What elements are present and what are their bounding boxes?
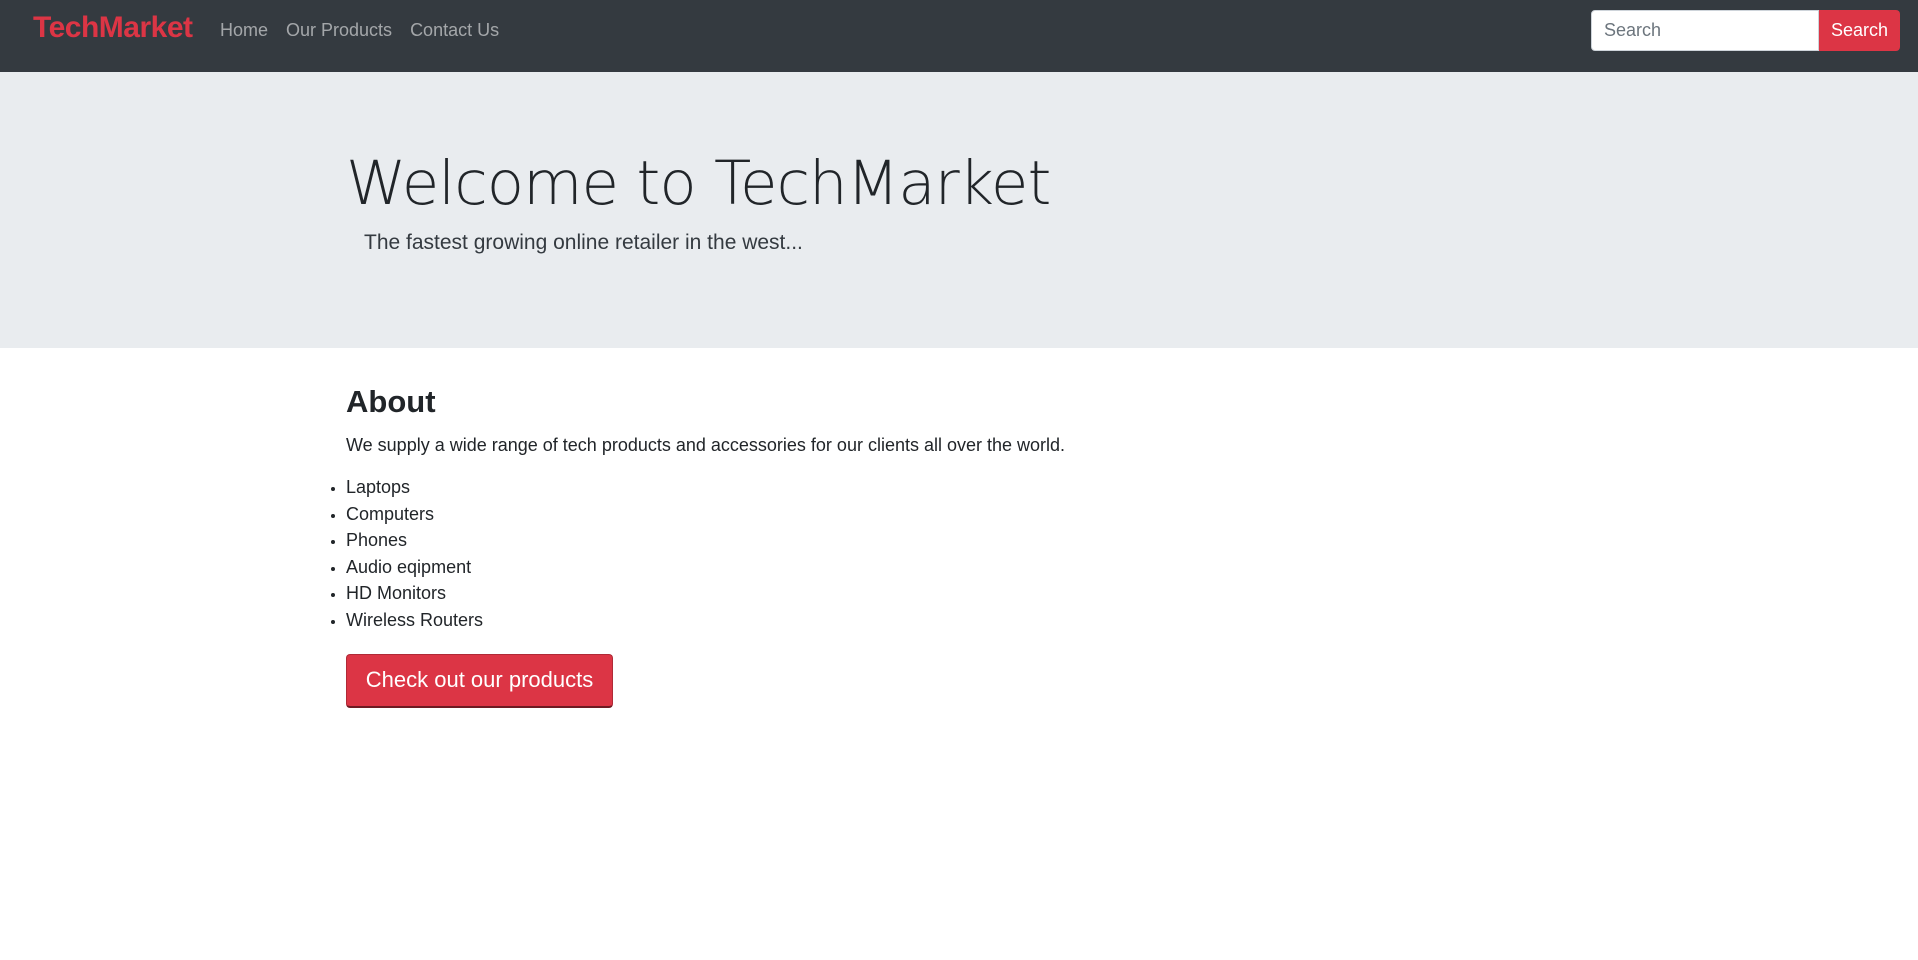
list-item: Wireless Routers	[346, 607, 1546, 634]
search-form: Search	[1591, 10, 1900, 51]
list-item: HD Monitors	[346, 580, 1546, 607]
product-list: Laptops Computers Phones Audio eqipment …	[346, 474, 1546, 634]
nav-link-contact-us[interactable]: Contact Us	[410, 20, 499, 41]
search-input[interactable]	[1591, 10, 1819, 51]
nav-link-our-products[interactable]: Our Products	[286, 20, 392, 41]
brand-logo[interactable]: TechMarket	[33, 9, 193, 47]
list-item: Computers	[346, 501, 1546, 528]
list-item: Phones	[346, 527, 1546, 554]
about-section: About We supply a wide range of tech pro…	[346, 382, 1546, 708]
hero-jumbotron: Welcome to TechMarket The fastest growin…	[0, 72, 1918, 348]
check-out-products-button[interactable]: Check out our products	[346, 653, 613, 708]
about-title: About	[346, 384, 436, 419]
hero-subtitle: The fastest growing online retailer in t…	[364, 231, 803, 254]
nav-link-home[interactable]: Home	[220, 20, 268, 41]
hero-title: Welcome to TechMarket	[346, 148, 1051, 219]
search-button[interactable]: Search	[1819, 10, 1900, 51]
list-item: Audio eqipment	[346, 554, 1546, 581]
navbar: TechMarket Home Our Products Contact Us …	[0, 0, 1918, 72]
about-text: We supply a wide range of tech products …	[346, 435, 1066, 455]
list-item: Laptops	[346, 474, 1546, 501]
nav-links: Home Our Products Contact Us	[220, 0, 517, 60]
